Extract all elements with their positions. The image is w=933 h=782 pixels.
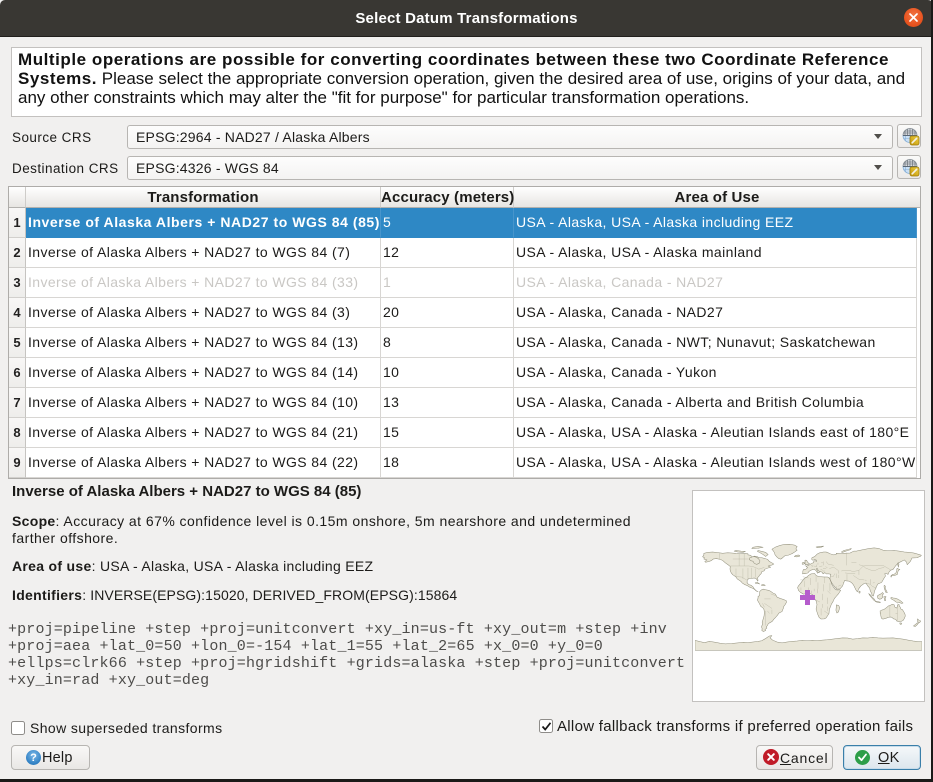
svg-text:?: ? [30,752,37,764]
